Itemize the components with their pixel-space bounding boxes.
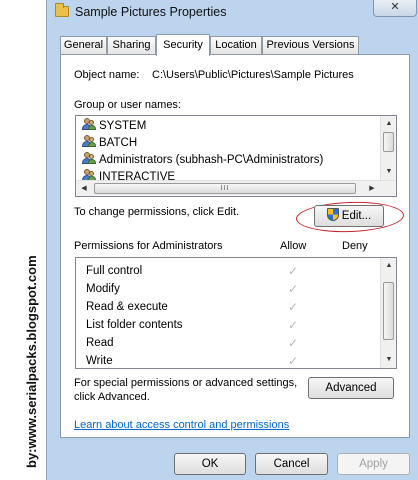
- security-panel: Object name: C:\Users\Public\Pictures\Sa…: [60, 54, 410, 438]
- deny-header: Deny: [342, 240, 368, 252]
- watermark-text: by:www.serialpacks.blogspot.com: [24, 255, 39, 468]
- tab-security[interactable]: Security: [156, 34, 210, 56]
- permissions-for-label: Permissions for Administrators: [74, 240, 223, 252]
- allow-check-icon: ✓: [288, 264, 299, 278]
- users-horizontal-scrollbar[interactable]: ◀ III ▶: [76, 180, 396, 196]
- permissions-vertical-scrollbar[interactable]: ▲ ▼: [380, 258, 396, 368]
- scroll-down-icon[interactable]: ▼: [381, 352, 396, 368]
- permission-name: Modify: [86, 283, 120, 295]
- tab-general[interactable]: General: [60, 36, 107, 55]
- group-user-list[interactable]: SYSTEM BATCH Administrators (subhash-PC\…: [75, 115, 397, 197]
- scroll-thumb[interactable]: [383, 132, 394, 152]
- scroll-right-icon[interactable]: ▶: [364, 181, 380, 196]
- user-group-icon: [82, 118, 96, 131]
- advanced-button[interactable]: Advanced: [308, 377, 394, 399]
- user-name: SYSTEM: [99, 120, 147, 132]
- user-name: BATCH: [99, 137, 138, 149]
- allow-check-icon: ✓: [288, 282, 299, 296]
- tab-previous-versions[interactable]: Previous Versions: [262, 36, 359, 55]
- permission-row: List folder contents ✓: [76, 316, 380, 334]
- folder-icon: [55, 3, 69, 17]
- allow-check-icon: ✓: [288, 300, 299, 314]
- change-permissions-text: To change permissions, click Edit.: [74, 206, 240, 218]
- ok-button[interactable]: OK: [174, 453, 246, 475]
- permissions-list: Full control ✓ Modify ✓ Read & execute ✓…: [75, 257, 397, 369]
- group-names-label: Group or user names:: [74, 99, 181, 111]
- title-bar: Sample Pictures Properties ✕: [47, 0, 418, 28]
- list-item[interactable]: Administrators (subhash-PC\Administrator…: [82, 152, 323, 169]
- user-group-icon: [82, 152, 96, 165]
- apply-button[interactable]: Apply: [337, 453, 410, 475]
- scroll-thumb[interactable]: [383, 282, 394, 340]
- click-advanced-text: click Advanced.: [74, 391, 150, 403]
- permission-name: Write: [86, 355, 113, 367]
- watermark-band: by:www.serialpacks.blogspot.com: [0, 0, 46, 480]
- permission-name: List folder contents: [86, 319, 183, 331]
- permission-row: Write ✓: [76, 352, 380, 368]
- uac-shield-icon: [326, 208, 339, 221]
- cancel-button[interactable]: Cancel: [255, 453, 328, 475]
- permission-row: Modify ✓: [76, 280, 380, 298]
- list-item[interactable]: BATCH: [82, 135, 137, 152]
- permission-name: Full control: [86, 265, 143, 277]
- tab-sharing[interactable]: Sharing: [107, 36, 156, 55]
- special-permissions-text: For special permissions or advanced sett…: [74, 377, 298, 389]
- user-name: Administrators (subhash-PC\Administrator…: [99, 154, 324, 166]
- learn-access-control-link[interactable]: Learn about access control and permissio…: [74, 419, 289, 431]
- permission-name: Read: [86, 337, 114, 349]
- object-name-label: Object name:: [74, 69, 140, 81]
- user-group-icon: [82, 135, 96, 148]
- scroll-up-icon[interactable]: ▲: [381, 258, 396, 274]
- object-name-value: C:\Users\Public\Pictures\Sample Pictures: [152, 69, 354, 81]
- scroll-up-icon[interactable]: ▲: [381, 116, 396, 132]
- window-title: Sample Pictures Properties: [75, 5, 227, 19]
- scroll-down-icon[interactable]: ▼: [381, 164, 396, 180]
- tab-location[interactable]: Location: [210, 36, 262, 55]
- properties-window: Sample Pictures Properties ✕ General Sha…: [46, 0, 418, 480]
- allow-check-icon: ✓: [288, 354, 299, 368]
- permission-row: Full control ✓: [76, 262, 380, 280]
- permission-row: Read & execute ✓: [76, 298, 380, 316]
- allow-header: Allow: [280, 240, 307, 252]
- scroll-left-icon[interactable]: ◀: [76, 181, 92, 196]
- close-button[interactable]: ✕: [373, 0, 417, 17]
- edit-button-label: Edit...: [341, 210, 372, 222]
- permission-name: Read & execute: [86, 301, 168, 313]
- edit-button[interactable]: Edit...: [314, 205, 384, 227]
- allow-check-icon: ✓: [288, 318, 299, 332]
- allow-check-icon: ✓: [288, 336, 299, 350]
- scroll-thumb[interactable]: III: [94, 183, 356, 194]
- users-vertical-scrollbar[interactable]: ▲ ▼: [380, 116, 396, 180]
- permission-row: Read ✓: [76, 334, 380, 352]
- list-item[interactable]: SYSTEM: [82, 118, 146, 135]
